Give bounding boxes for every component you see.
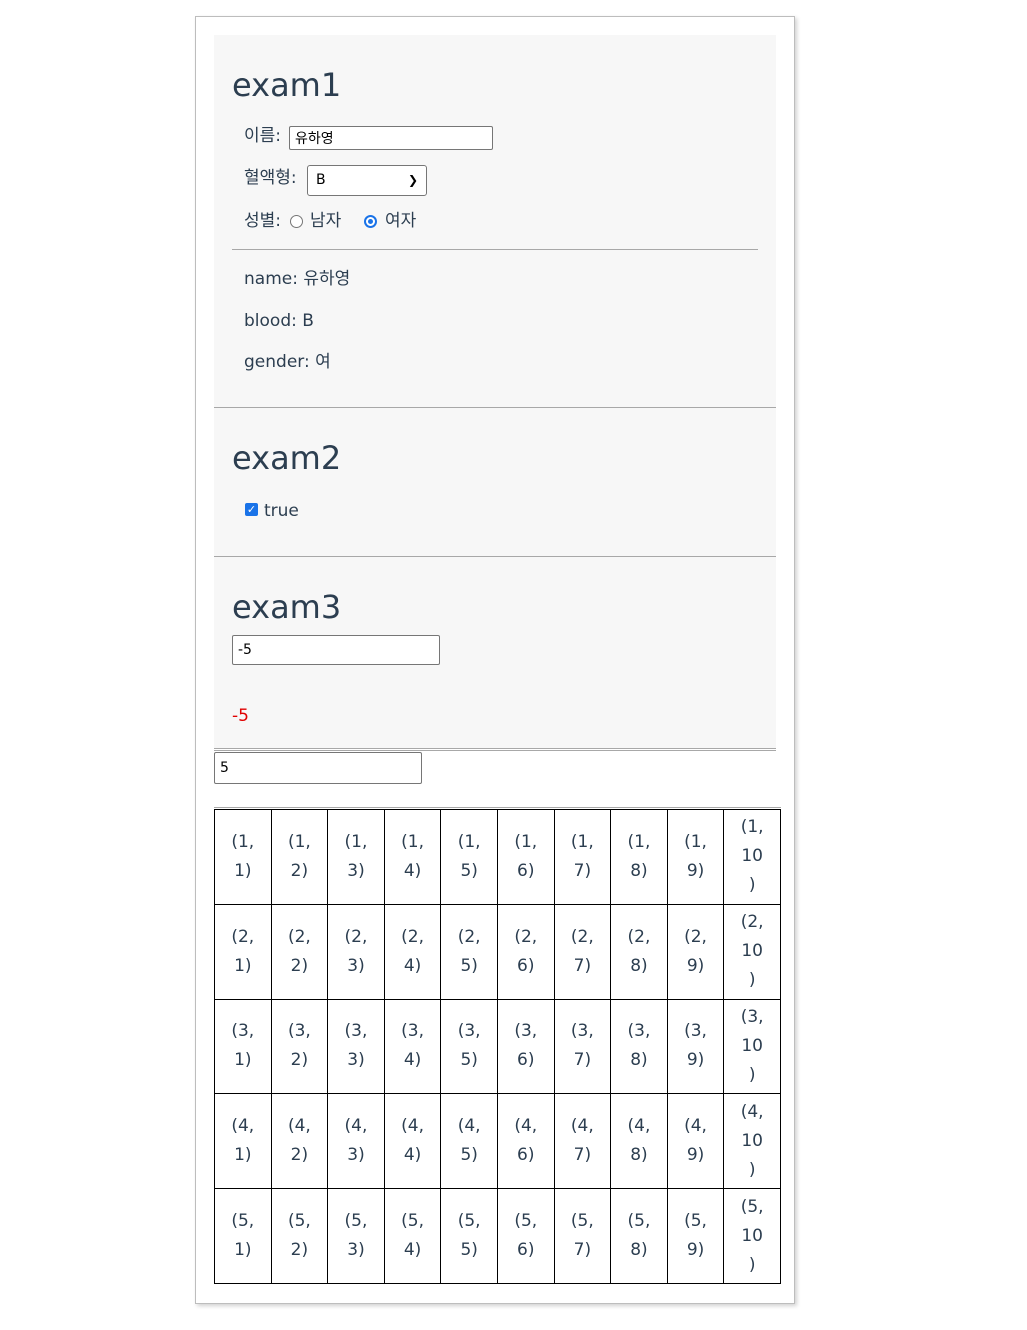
number-input[interactable] xyxy=(232,635,440,665)
table-cell: (2, 9) xyxy=(666,903,725,1000)
table-cell: (4, 9) xyxy=(666,1093,725,1190)
table-cell: (1, 7) xyxy=(553,809,612,905)
table-cell: (5, 4) xyxy=(383,1188,442,1284)
table-cell: (1, 8) xyxy=(610,809,668,905)
grid-size-input[interactable] xyxy=(214,752,422,784)
table-cell: (4, 10) xyxy=(723,1093,781,1190)
table-cell: (3, 10) xyxy=(723,998,781,1095)
table-cell: (5, 9) xyxy=(666,1188,725,1284)
table-cell: (2, 2) xyxy=(270,903,329,1000)
table-cell: (1, 4) xyxy=(383,809,442,905)
exam1-divider xyxy=(232,249,758,250)
output-gender: gender: 여 xyxy=(244,352,331,372)
table-cell: (3, 7) xyxy=(553,998,612,1095)
table-cell: (1, 3) xyxy=(327,809,385,905)
table-cell: (5, 1) xyxy=(214,1188,272,1284)
exam1-title: exam1 xyxy=(232,66,342,104)
checkbox-label[interactable]: true xyxy=(264,500,299,522)
table-cell: (3, 4) xyxy=(383,998,442,1095)
table-cell: (5, 7) xyxy=(553,1188,612,1284)
table-cell: (1, 10) xyxy=(723,809,781,905)
table-cell: (2, 1) xyxy=(214,903,272,1000)
table-cell: (5, 8) xyxy=(610,1188,668,1284)
exam2-section: exam2 ✓ true xyxy=(214,408,776,556)
table-cell: (5, 3) xyxy=(327,1188,385,1284)
table-cell: (5, 5) xyxy=(440,1188,498,1284)
table-row: (1, 1) (1, 2) (1, 3) (1, 4) (1, 5) (1, 6) (1, … xyxy=(214,809,781,905)
table-cell: (1, 5) xyxy=(440,809,498,905)
true-checkbox[interactable]: ✓ xyxy=(245,503,258,516)
table-cell: (4, 6) xyxy=(496,1093,555,1190)
table-cell: (4, 8) xyxy=(610,1093,668,1190)
table-row: (4, 1) (4, 2) (4, 3) (4, 4) (4, 5) (4, 6) (4, … xyxy=(214,1093,781,1190)
chevron-down-icon: ❯ xyxy=(407,173,418,187)
table-cell: (1, 2) xyxy=(270,809,329,905)
exam2-title: exam2 xyxy=(232,439,342,477)
blood-select[interactable]: B ❯ xyxy=(307,165,427,196)
table-cell: (3, 9) xyxy=(666,998,725,1095)
table-top-line xyxy=(214,807,781,808)
table-cell: (4, 2) xyxy=(270,1093,329,1190)
gender-label: 성별: xyxy=(244,211,282,231)
table-row: (5, 1) (5, 2) (5, 3) (5, 4) (5, 5) (5, 6) (5, … xyxy=(214,1188,781,1284)
name-input[interactable] xyxy=(289,126,493,150)
table-cell: (4, 7) xyxy=(553,1093,612,1190)
table-cell: (3, 1) xyxy=(214,998,272,1095)
output-blood: blood: B xyxy=(244,311,314,331)
exam1-section: exam1 이름: 혈액형: B ❯ 성별: 남자 여자 name: 유하영 b… xyxy=(214,35,776,407)
blood-label: 혈액형: xyxy=(244,168,297,188)
table-cell: (2, 4) xyxy=(383,903,442,1000)
table-cell: (3, 6) xyxy=(496,998,555,1095)
table-cell: (3, 5) xyxy=(440,998,498,1095)
table-row: (3, 1) (3, 2) (3, 3) (3, 4) (3, 5) (3, 6) (3, … xyxy=(214,998,781,1095)
table-cell: (3, 8) xyxy=(610,998,668,1095)
table-cell: (1, 1) xyxy=(214,809,272,905)
table-cell: (3, 2) xyxy=(270,998,329,1095)
radio-male[interactable] xyxy=(290,215,303,228)
section-divider xyxy=(214,748,776,749)
table-cell: (2, 10) xyxy=(723,903,781,1000)
table-cell: (2, 3) xyxy=(327,903,385,1000)
table-cell: (5, 2) xyxy=(270,1188,329,1284)
number-output: -5 xyxy=(232,706,249,726)
output-name: name: 유하영 xyxy=(244,269,351,289)
radio-female-label[interactable]: 여자 xyxy=(385,210,416,232)
blood-select-value: B xyxy=(316,172,326,188)
section-divider xyxy=(214,750,776,751)
radio-female[interactable] xyxy=(364,215,377,228)
table-cell: (4, 3) xyxy=(327,1093,385,1190)
table-cell: (5, 10) xyxy=(723,1188,781,1284)
table-cell: (2, 7) xyxy=(553,903,612,1000)
table-cell: (2, 5) xyxy=(440,903,498,1000)
table-cell: (2, 8) xyxy=(610,903,668,1000)
table-cell: (4, 1) xyxy=(214,1093,272,1190)
table-cell: (3, 3) xyxy=(327,998,385,1095)
coordinate-table: (1, 1) (1, 2) (1, 3) (1, 4) (1, 5) (1, 6) (1, … xyxy=(214,809,781,1284)
table-cell: (5, 6) xyxy=(496,1188,555,1284)
table-cell: (2, 6) xyxy=(496,903,555,1000)
exam3-title: exam3 xyxy=(232,588,342,626)
exam3-section: exam3 -5 xyxy=(214,557,776,748)
table-cell: (1, 6) xyxy=(496,809,555,905)
table-cell: (1, 9) xyxy=(666,809,725,905)
table-cell: (4, 5) xyxy=(440,1093,498,1190)
radio-male-label[interactable]: 남자 xyxy=(310,210,341,232)
name-label: 이름: xyxy=(244,126,282,146)
table-row: (2, 1) (2, 2) (2, 3) (2, 4) (2, 5) (2, 6) (2, … xyxy=(214,903,781,1000)
table-cell: (4, 4) xyxy=(383,1093,442,1190)
app-container: exam1 이름: 혈액형: B ❯ 성별: 남자 여자 name: 유하영 b… xyxy=(195,16,795,1304)
